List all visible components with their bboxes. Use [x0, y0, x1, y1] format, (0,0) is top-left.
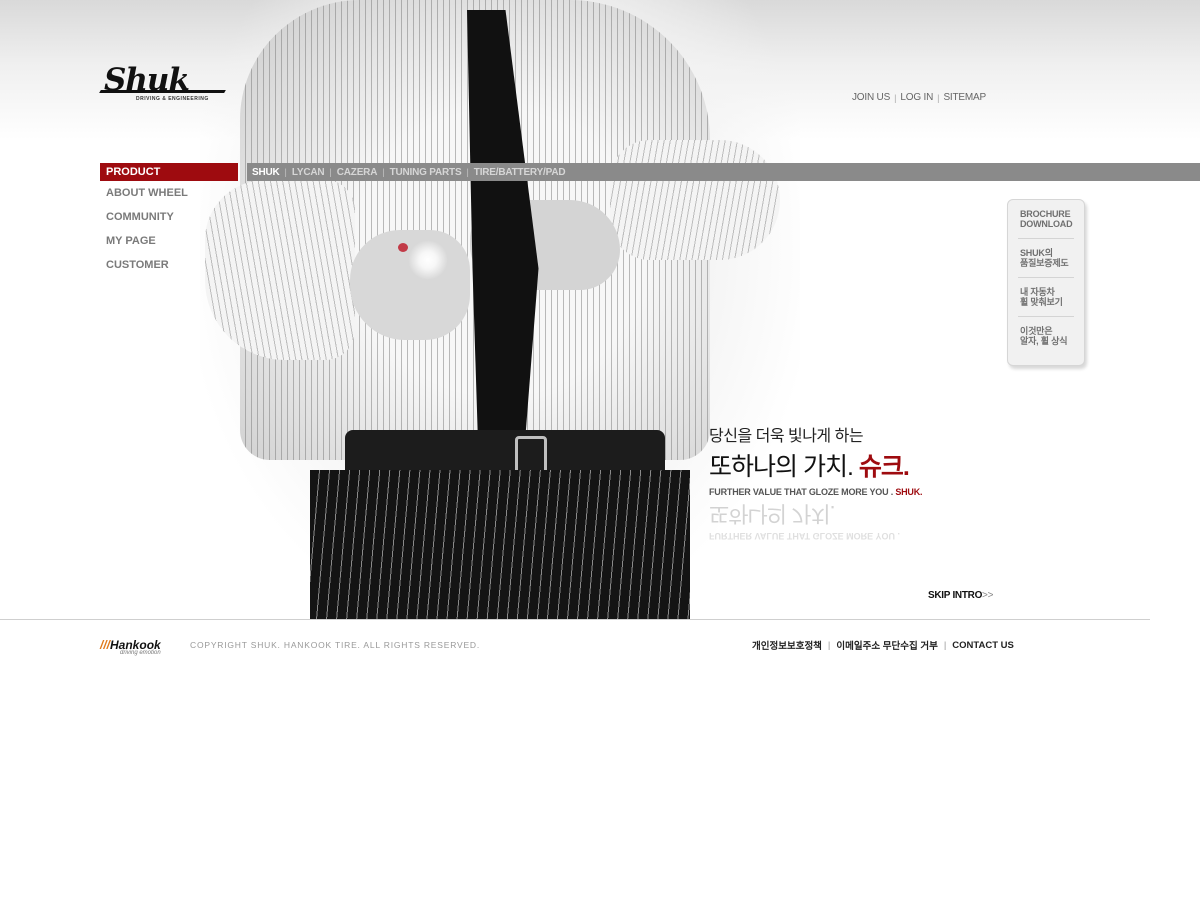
hero-hand-left: [350, 230, 470, 340]
quality-warranty-link[interactable]: SHUK의 품질보증제도: [1018, 239, 1074, 278]
logo-subtitle: DRIVING & ENGINEERING: [136, 96, 209, 102]
hankook-flame-icon: ///: [100, 638, 111, 652]
util-separator: |: [937, 92, 940, 103]
quick-menu: BROCHURE DOWNLOAD SHUK의 품질보증제도 내 자동차 휠 맞…: [1007, 199, 1085, 366]
reflection-english: FURTHER VALUE THAT GLOZE MORE YOU .: [709, 531, 900, 541]
nav-item-about-wheel[interactable]: ABOUT WHEEL: [100, 181, 238, 205]
footer-divider: [0, 619, 1150, 620]
hero-ring-flare: [408, 240, 448, 280]
product-tab-tuning-parts[interactable]: TUNING PARTS: [385, 167, 467, 178]
product-subnav: SHUK | LYCAN | CAZERA | TUNING PARTS | T…: [247, 163, 1200, 181]
sitemap-link[interactable]: SITEMAP: [943, 92, 986, 103]
product-tab-lycan[interactable]: LYCAN: [287, 167, 330, 178]
hero-arm-right: [610, 140, 780, 260]
hero-trousers: [310, 470, 690, 619]
footer-separator: |: [827, 639, 831, 651]
shuk-logo[interactable]: Shuk DRIVING & ENGINEERING: [99, 62, 230, 108]
product-tab-shuk[interactable]: SHUK: [247, 167, 285, 178]
nav-item-my-page[interactable]: MY PAGE: [100, 229, 238, 253]
privacy-policy-link[interactable]: 개인정보보호정책: [752, 638, 822, 652]
quick-item-line1: 이것만은: [1020, 326, 1053, 336]
tagline-value: 또하나의 가치.: [709, 453, 854, 481]
email-collection-refusal-link[interactable]: 이메일주소 무단수집 거부: [836, 638, 937, 652]
reflection-korean: 또하나의 가치.: [709, 501, 835, 526]
left-nav: PRODUCT ABOUT WHEEL COMMUNITY MY PAGE CU…: [100, 163, 238, 277]
footer-links: 개인정보보호정책 | 이메일주소 무단수집 거부 | CONTACT US: [752, 638, 1014, 653]
product-tab-tire-battery-pad[interactable]: TIRE/BATTERY/PAD: [469, 167, 571, 178]
tagline-line2: 또하나의 가치. 슈크.: [709, 447, 949, 483]
double-chevron-right-icon: >>: [982, 590, 994, 601]
skip-intro-label: SKIP INTRO: [928, 590, 983, 601]
hero-ring: [398, 243, 408, 252]
logo-text: Shuk: [104, 62, 190, 98]
wheel-knowledge-link[interactable]: 이것만은 알자, 휠 상식: [1018, 317, 1074, 355]
quick-item-line1: 내 자동차: [1020, 287, 1055, 297]
utility-nav: JOIN US | LOG IN | SITEMAP: [852, 92, 986, 103]
footer-separator: |: [943, 639, 947, 651]
product-tab-cazera[interactable]: CAZERA: [332, 167, 382, 178]
quick-item-line1: SHUK의: [1020, 248, 1053, 258]
tagline-line1: 당신을 더욱 빛나게 하는: [709, 428, 864, 445]
copyright-text: COPYRIGHT SHUK. HANKOOK TIRE. ALL RIGHTS…: [190, 640, 481, 650]
quick-item-line2: 품질보증제도: [1020, 258, 1069, 268]
tagline-english: FURTHER VALUE THAT GLOZE MORE YOU . SHUK…: [709, 487, 949, 497]
quick-item-line2: 휠 맞춰보기: [1020, 297, 1063, 307]
nav-item-product[interactable]: PRODUCT: [100, 163, 238, 181]
skip-intro-button[interactable]: SKIP INTRO>>: [928, 590, 993, 601]
contact-us-link[interactable]: CONTACT US: [952, 640, 1014, 651]
tagline-english-text: FURTHER VALUE THAT GLOZE MORE YOU .: [709, 487, 893, 497]
nav-item-customer[interactable]: CUSTOMER: [100, 253, 238, 277]
brochure-download-link[interactable]: BROCHURE DOWNLOAD: [1018, 200, 1074, 239]
quick-item-line2: 알자, 휠 상식: [1020, 336, 1068, 346]
tagline-brand-kr: 슈크.: [858, 453, 910, 481]
join-us-link[interactable]: JOIN US: [852, 92, 890, 103]
log-in-link[interactable]: LOG IN: [900, 92, 933, 103]
tagline-reflection: FURTHER VALUE THAT GLOZE MORE YOU . 또하나의…: [709, 499, 949, 541]
tagline: 당신을 더욱 빛나게 하는 또하나의 가치. 슈크. FURTHER VALUE…: [709, 422, 949, 541]
nav-item-community[interactable]: COMMUNITY: [100, 205, 238, 229]
quick-item-line1: BROCHURE: [1020, 209, 1071, 219]
quick-item-line2: DOWNLOAD: [1020, 219, 1073, 229]
tagline-brand-en: SHUK.: [895, 487, 923, 497]
hankook-slogan: driving emotion: [120, 650, 161, 656]
wheel-fitting-link[interactable]: 내 자동차 휠 맞춰보기: [1018, 278, 1074, 317]
util-separator: |: [894, 92, 897, 103]
hankook-logo[interactable]: ///Hankook driving emotion: [100, 638, 161, 656]
